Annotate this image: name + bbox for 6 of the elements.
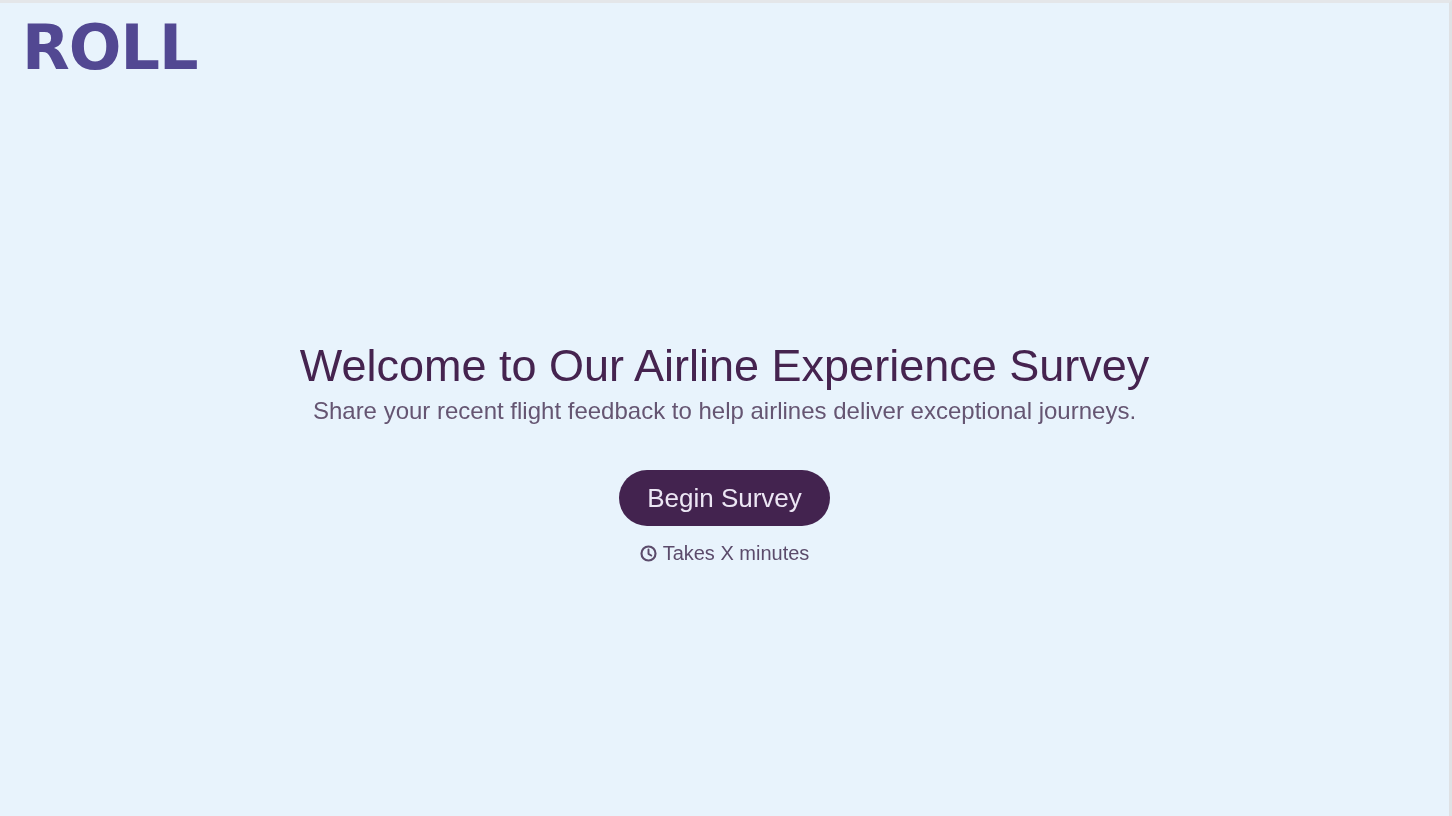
clock-icon — [639, 544, 657, 562]
begin-survey-button[interactable]: Begin Survey — [619, 470, 830, 527]
subtitle: Share your recent flight feedback to help airlines deliver exceptional journeys. — [312, 395, 1137, 426]
logo: ROLL — [22, 17, 198, 79]
duration-text: Takes X minutes — [662, 541, 810, 567]
page-title: Welcome to Our Airline Experience Survey — [299, 338, 1150, 393]
